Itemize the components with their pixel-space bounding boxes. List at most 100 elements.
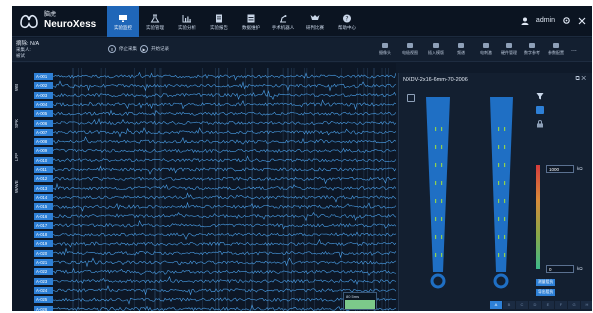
- nav-item-experiment-report[interactable]: 实验报告: [203, 6, 235, 37]
- lock-icon[interactable]: [536, 120, 544, 128]
- filter-icon[interactable]: [536, 92, 544, 100]
- channel-label[interactable]: A-008: [34, 138, 53, 146]
- electrode-contact[interactable]: [504, 199, 506, 203]
- channel-label[interactable]: A-004: [34, 100, 53, 108]
- bank-tab-d[interactable]: D: [529, 301, 541, 309]
- electrode-contact[interactable]: [435, 163, 437, 167]
- channel-label[interactable]: A-012: [34, 175, 53, 183]
- bank-tab-g[interactable]: G: [568, 301, 580, 309]
- side-label-spk[interactable]: SPK: [14, 113, 23, 133]
- side-label-lfp[interactable]: LFP: [14, 147, 23, 167]
- bank-tab-f[interactable]: F: [555, 301, 567, 309]
- electrode-contact[interactable]: [504, 181, 506, 185]
- electrode-contact[interactable]: [435, 181, 437, 185]
- username[interactable]: admin: [536, 17, 555, 24]
- channel-label[interactable]: A-014: [34, 193, 53, 201]
- electrode-contact[interactable]: [498, 217, 500, 221]
- electrode-contact[interactable]: [441, 181, 443, 185]
- play-icon[interactable]: ▶: [140, 45, 148, 53]
- electrode-contact[interactable]: [435, 145, 437, 149]
- tool-stimulation[interactable]: 电刺激: [475, 41, 497, 56]
- close-icon[interactable]: [578, 17, 586, 25]
- electrode-contact[interactable]: [504, 145, 506, 149]
- electrode-contact[interactable]: [441, 127, 443, 131]
- electrode-contact[interactable]: [498, 145, 500, 149]
- measure-impedance-button[interactable]: 测量阻抗: [536, 279, 556, 286]
- electrode-contact[interactable]: [441, 253, 443, 257]
- tool-config[interactable]: 参数配置: [545, 41, 567, 56]
- export-impedance-button[interactable]: 导出阻抗: [536, 289, 556, 296]
- channel-label[interactable]: A-010: [34, 156, 53, 164]
- channel-label[interactable]: A-023: [34, 277, 53, 285]
- channel-label[interactable]: A-011: [34, 166, 53, 173]
- channel-label[interactable]: A-002: [34, 82, 53, 90]
- electrode-contact[interactable]: [504, 235, 506, 239]
- tool-spectrum[interactable]: 频谱: [450, 41, 472, 56]
- electrode-contact[interactable]: [441, 163, 443, 167]
- start-record-button[interactable]: 开始记录: [151, 46, 169, 52]
- channel-label[interactable]: A-005: [34, 110, 53, 118]
- nav-item-data-maintain[interactable]: 数据维护: [235, 6, 267, 37]
- channel-label[interactable]: A-022: [34, 268, 53, 276]
- channel-label[interactable]: A-020: [34, 249, 53, 257]
- electrode-contact[interactable]: [441, 217, 443, 221]
- electrode-contact[interactable]: [435, 235, 437, 239]
- scale-max-input[interactable]: 1000: [546, 165, 574, 173]
- tool-insert-template[interactable]: 插入模版: [425, 41, 447, 56]
- channel-label[interactable]: A-026: [34, 305, 53, 311]
- nav-item-experiment-analysis[interactable]: 实验分析: [171, 6, 203, 37]
- electrode-contact[interactable]: [441, 145, 443, 149]
- nav-item-surgical-robot[interactable]: 手术机器人: [267, 6, 299, 37]
- electrode-contact[interactable]: [498, 253, 500, 257]
- channel-label[interactable]: A-015: [34, 203, 53, 211]
- view-icon[interactable]: [536, 106, 544, 114]
- side-label-wave[interactable]: WAVE: [14, 175, 23, 199]
- channel-label[interactable]: A-016: [34, 212, 53, 220]
- electrode-contact[interactable]: [504, 217, 506, 221]
- electrode-contact[interactable]: [435, 127, 437, 131]
- electrode-contact[interactable]: [504, 163, 506, 167]
- nav-item-monitor[interactable]: 实验监控: [107, 6, 139, 37]
- channel-label[interactable]: A-007: [34, 128, 53, 136]
- channel-label[interactable]: A-021: [34, 259, 53, 266]
- electrode-contact[interactable]: [435, 253, 437, 257]
- electrode-contact[interactable]: [498, 163, 500, 167]
- channel-label[interactable]: A-019: [34, 240, 53, 248]
- channel-label[interactable]: A-017: [34, 221, 53, 229]
- electrode-contact[interactable]: [498, 127, 500, 131]
- stop-acquisition-button[interactable]: 停止采集: [119, 46, 137, 52]
- channel-label[interactable]: A-003: [34, 91, 53, 99]
- bank-tab-b[interactable]: B: [503, 301, 515, 309]
- tool-electrode-view[interactable]: 电极视图: [399, 41, 421, 56]
- electrode-contact[interactable]: [504, 253, 506, 257]
- channel-label[interactable]: A-001: [34, 73, 53, 80]
- electrode-contact[interactable]: [498, 181, 500, 185]
- stop-icon[interactable]: Ⅱ: [108, 45, 116, 53]
- channel-label[interactable]: A-009: [34, 147, 53, 155]
- electrode-contact[interactable]: [441, 199, 443, 203]
- scale-min-input[interactable]: 0: [546, 265, 574, 273]
- electrode-contact[interactable]: [435, 217, 437, 221]
- panel-close-icon[interactable]: ✕: [581, 76, 586, 82]
- electrode-contact[interactable]: [441, 235, 443, 239]
- channel-label[interactable]: A-024: [34, 286, 53, 294]
- tool-camera[interactable]: 摄像头: [374, 41, 396, 56]
- nav-item-help-center[interactable]: ? 帮助中心: [331, 6, 363, 37]
- side-label-wb[interactable]: WB: [14, 77, 23, 97]
- bank-tab-a[interactable]: A: [490, 301, 502, 309]
- electrode-contact[interactable]: [498, 235, 500, 239]
- user-icon[interactable]: [521, 17, 529, 25]
- tool-reference[interactable]: 数字参考: [521, 41, 543, 56]
- channel-label[interactable]: A-006: [34, 119, 53, 127]
- channel-label[interactable]: A-018: [34, 231, 53, 239]
- electrode-contact[interactable]: [504, 127, 506, 131]
- electrode-contact[interactable]: [498, 199, 500, 203]
- electrode-contact[interactable]: [435, 199, 437, 203]
- channel-label[interactable]: A-013: [34, 184, 53, 192]
- nav-item-experiment-manage[interactable]: 实验管理: [139, 6, 171, 37]
- bank-tab-h[interactable]: H: [581, 301, 592, 309]
- popout-icon[interactable]: ⧉: [575, 76, 579, 82]
- channel-label[interactable]: A-025: [34, 296, 53, 304]
- more-menu-button[interactable]: ...: [571, 46, 577, 53]
- bank-tab-e[interactable]: E: [542, 301, 554, 309]
